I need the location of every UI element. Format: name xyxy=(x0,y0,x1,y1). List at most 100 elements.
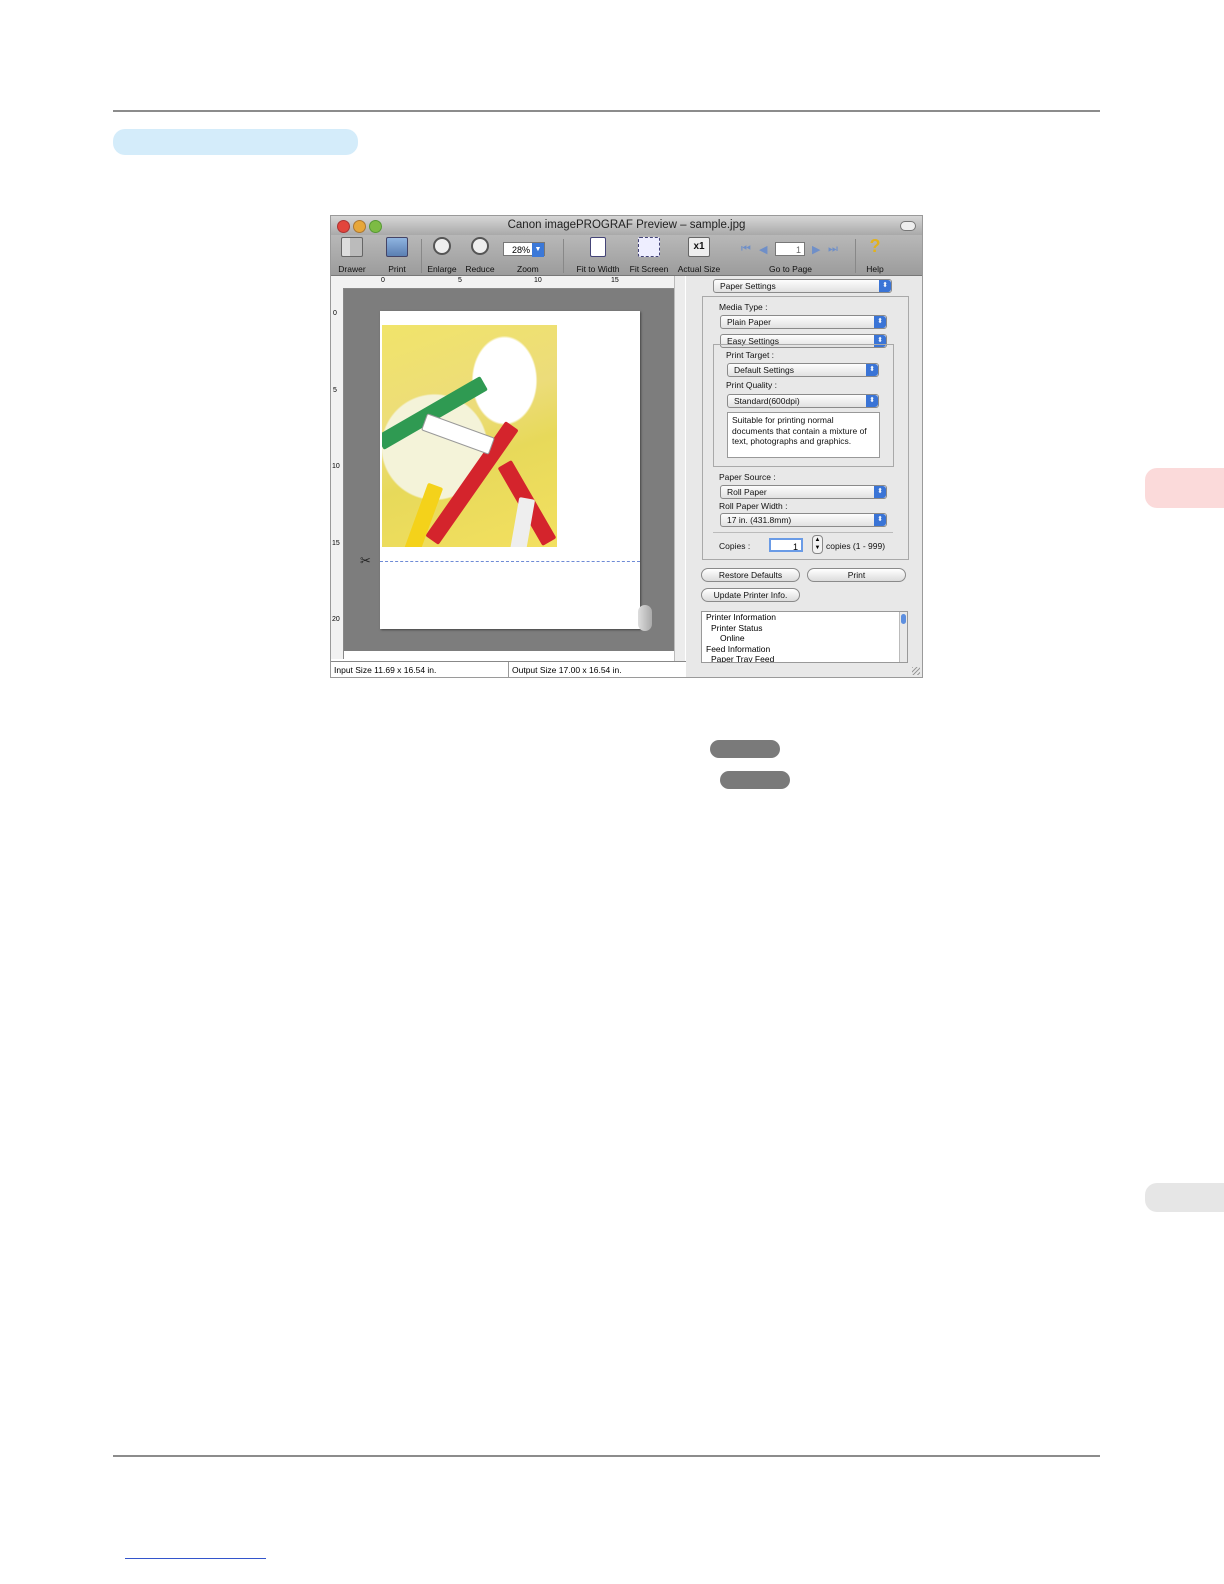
last-page-icon[interactable]: ⏭ xyxy=(828,243,838,256)
zoom-out-icon xyxy=(471,237,489,255)
output-size-text: Output Size 17.00 x 16.54 in. xyxy=(512,665,622,675)
ruler-tick-label: 15 xyxy=(611,277,619,284)
media-type-label: Media Type : xyxy=(719,302,768,312)
fit-screen-icon xyxy=(638,237,660,257)
scroll-thumb[interactable] xyxy=(901,614,906,624)
section-heading-bar xyxy=(113,129,358,155)
status-divider xyxy=(508,662,509,677)
roll-width-value: 17 in. (431.8mm) xyxy=(727,515,792,525)
actual-size-icon: x1 xyxy=(688,237,710,257)
actual-size-button[interactable]: x1 Actual Size xyxy=(678,237,720,274)
list-item: Online xyxy=(720,633,745,643)
toolbar-separator-2 xyxy=(563,239,564,273)
roll-width-label: Roll Paper Width : xyxy=(719,501,788,511)
zoom-in-icon xyxy=(433,237,451,255)
settings-menu-popup[interactable]: Paper Settings ⬍ xyxy=(713,279,892,293)
input-size-text: Input Size 11.69 x 16.54 in. xyxy=(334,665,437,675)
zoom-value: 28% xyxy=(511,245,530,255)
minimize-icon[interactable] xyxy=(353,220,366,233)
toolbar: Drawer Print Enlarge Reduce 28% ▼ Zoom F… xyxy=(331,235,922,276)
zoom-combo[interactable]: 28% ▼ xyxy=(503,242,545,257)
help-icon: ? xyxy=(869,236,881,256)
fit-screen-button[interactable]: Fit Screen xyxy=(630,237,668,274)
print-target-popup[interactable]: Default Settings ⬍ xyxy=(727,363,879,377)
preview-scrollbar[interactable] xyxy=(674,276,685,661)
paper-source-label: Paper Source : xyxy=(719,472,776,482)
status-bar: Input Size 11.69 x 16.54 in. Output Size… xyxy=(331,661,686,677)
copies-range-text: copies (1 - 999) xyxy=(826,541,886,551)
drawer-button[interactable]: Drawer xyxy=(338,237,366,274)
help-label: Help xyxy=(866,264,884,274)
first-page-icon[interactable]: ⏮ xyxy=(741,243,751,256)
copies-field[interactable]: 1 xyxy=(769,538,803,552)
vertical-ruler: 0 5 10 15 20 xyxy=(331,288,344,659)
ruler-tick-label: 0 xyxy=(333,310,337,317)
print-quality-popup[interactable]: Standard(600dpi) ⬍ xyxy=(727,394,879,408)
preview-canvas: ✂ xyxy=(344,289,674,651)
print-quality-value: Standard(600dpi) xyxy=(734,396,800,406)
popup-arrow-icon: ⬍ xyxy=(879,280,891,292)
quality-description: Suitable for printing normal documents t… xyxy=(727,412,880,458)
prev-page-icon[interactable]: ◀ xyxy=(759,243,767,256)
print-toolbar-button[interactable]: Print xyxy=(386,237,408,274)
print-button[interactable]: Print xyxy=(807,568,906,582)
horizontal-ruler: 0 5 10 15 xyxy=(331,276,674,289)
reduce-label: Reduce xyxy=(465,264,495,274)
page-number-field[interactable]: 1 xyxy=(775,242,805,256)
title-bar: Canon imagePROGRAF Preview – sample.jpg xyxy=(331,216,922,235)
footer-link-underline[interactable] xyxy=(125,1558,266,1559)
print-target-label: Print Target : xyxy=(726,350,775,360)
scissors-icon: ✂ xyxy=(360,553,371,568)
ruler-tick-label: 5 xyxy=(458,277,462,284)
top-rule xyxy=(113,110,1100,112)
hint-pill-2 xyxy=(720,771,790,789)
close-icon[interactable] xyxy=(337,220,350,233)
printer-icon xyxy=(386,237,408,257)
resize-grip-icon[interactable] xyxy=(912,667,920,675)
copies-stepper[interactable]: ▲ ▼ xyxy=(812,535,823,554)
popup-arrow-icon: ⬍ xyxy=(874,514,886,526)
ruler-tick-label: 10 xyxy=(332,463,340,470)
next-page-icon[interactable]: ▶ xyxy=(812,243,820,256)
paper-source-popup[interactable]: Roll Paper ⬍ xyxy=(720,485,887,499)
ruler-tick-label: 15 xyxy=(332,540,340,547)
help-button[interactable]: ? Help xyxy=(864,236,886,274)
info-scrollbar[interactable] xyxy=(899,612,907,662)
roll-end-graphic xyxy=(638,605,652,631)
popup-arrow-icon: ⬍ xyxy=(874,316,886,328)
photo-detail xyxy=(421,413,495,455)
print-quality-label: Print Quality : xyxy=(726,380,778,390)
popup-arrow-icon: ⬍ xyxy=(866,395,878,407)
printer-info-list: Printer Information Printer Status Onlin… xyxy=(701,611,908,663)
toolbar-toggle-icon[interactable] xyxy=(900,221,916,231)
ruler-tick-label: 20 xyxy=(332,616,340,623)
update-printer-info-button[interactable]: Update Printer Info. xyxy=(701,588,800,602)
reduce-button[interactable]: Reduce xyxy=(465,237,495,274)
panel-divider xyxy=(713,532,893,533)
go-to-page-label: Go to Page xyxy=(769,264,813,274)
copies-label: Copies : xyxy=(719,541,751,551)
media-type-popup[interactable]: Plain Paper ⬍ xyxy=(720,315,887,329)
media-type-value: Plain Paper xyxy=(727,317,771,327)
hint-pill-1 xyxy=(710,740,780,758)
zoom-icon[interactable] xyxy=(369,220,382,233)
fit-to-width-button[interactable]: Fit to Width xyxy=(577,237,619,274)
photo-detail xyxy=(508,497,536,547)
list-item: Paper Tray Feed xyxy=(711,654,775,663)
ruler-tick-label: 5 xyxy=(333,387,337,394)
restore-defaults-button[interactable]: Restore Defaults xyxy=(701,568,800,582)
ruler-tick-label: 0 xyxy=(381,277,385,284)
chevron-down-icon[interactable]: ▼ xyxy=(532,243,544,257)
sample-photo xyxy=(382,325,557,547)
window-title: Canon imagePROGRAF Preview – sample.jpg xyxy=(507,219,746,231)
paper-sheet xyxy=(380,311,652,631)
ruler-tick-label: 10 xyxy=(534,277,542,284)
popup-arrow-icon: ⬍ xyxy=(866,364,878,376)
cut-line xyxy=(380,561,640,562)
actual-size-label: Actual Size xyxy=(677,264,721,274)
settings-menu-value: Paper Settings xyxy=(720,281,776,291)
drawer-icon xyxy=(341,237,363,257)
roll-width-popup[interactable]: 17 in. (431.8mm) ⬍ xyxy=(720,513,887,527)
enlarge-button[interactable]: Enlarge xyxy=(427,237,457,274)
side-tab-gray xyxy=(1145,1183,1224,1212)
